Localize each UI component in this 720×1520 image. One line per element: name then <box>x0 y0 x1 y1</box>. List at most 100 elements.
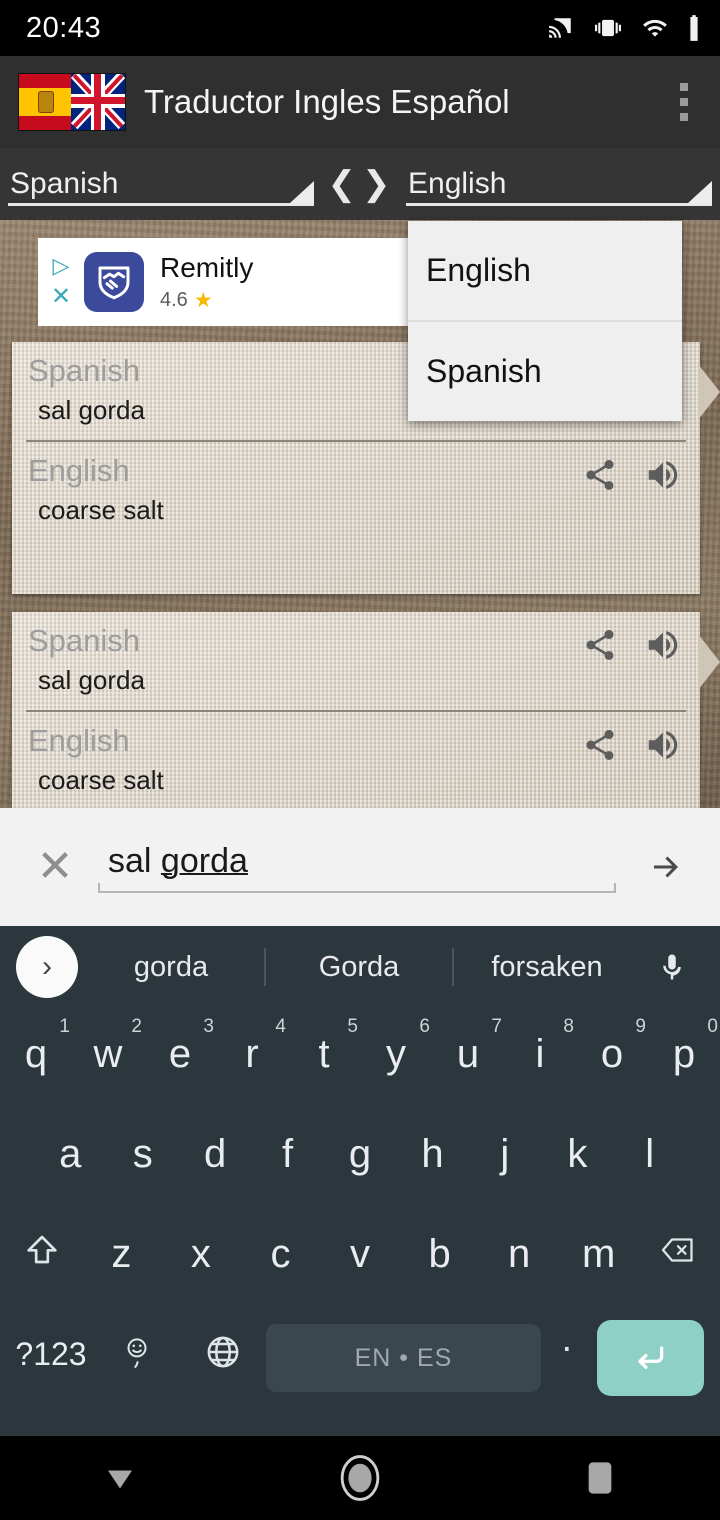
card-target-text: coarse salt <box>38 494 164 525</box>
key-h[interactable]: h <box>396 1108 468 1208</box>
backspace-icon[interactable] <box>638 1208 718 1308</box>
speaker-icon[interactable] <box>644 456 682 494</box>
spacebar-key[interactable]: EN • ES <box>265 1324 541 1392</box>
key-hint: 4 <box>275 1016 286 1037</box>
key-l[interactable]: l <box>614 1108 686 1208</box>
battery-icon <box>686 14 702 42</box>
vibrate-icon <box>592 15 624 41</box>
key-c[interactable]: c <box>241 1208 321 1308</box>
dropdown-option-spanish[interactable]: Spanish <box>408 322 682 421</box>
chevron-right-icon: ❯ <box>362 165 391 203</box>
speaker-icon[interactable] <box>644 726 682 764</box>
card-target-row: English coarse salt <box>12 712 700 808</box>
home-circle-icon[interactable] <box>300 1436 420 1520</box>
adchoices-icon[interactable]: ▷ <box>53 255 70 277</box>
spinner-underline <box>8 203 314 206</box>
back-down-triangle-icon[interactable] <box>60 1436 180 1520</box>
arrow-right-icon[interactable] <box>634 849 698 885</box>
key-q[interactable]: 1q <box>0 1008 72 1108</box>
close-icon[interactable]: ✕ <box>51 285 71 309</box>
chevron-left-icon: ❮ <box>327 165 357 203</box>
chevron-down-icon <box>688 181 712 203</box>
overflow-menu-icon[interactable] <box>662 72 706 132</box>
key-s[interactable]: s <box>106 1108 178 1208</box>
keyboard-row-3: z x c v b n m <box>0 1208 720 1308</box>
key-p[interactable]: 0p <box>648 1008 720 1108</box>
share-icon[interactable] <box>582 727 618 763</box>
suggestion-2[interactable]: Gorda <box>266 951 452 984</box>
key-w[interactable]: 2w <box>72 1008 144 1108</box>
language-globe-icon[interactable] <box>180 1308 266 1408</box>
app-title: Traductor Ingles Español <box>144 83 510 120</box>
target-language-spinner[interactable]: English <box>398 148 718 220</box>
key-r[interactable]: 4r <box>216 1008 288 1108</box>
key-d[interactable]: d <box>179 1108 251 1208</box>
key-j[interactable]: j <box>469 1108 541 1208</box>
key-g[interactable]: g <box>324 1108 396 1208</box>
key-m[interactable]: m <box>559 1208 639 1308</box>
status-bar: 20:43 <box>0 0 720 56</box>
share-icon[interactable] <box>582 627 618 663</box>
search-text-misspelled: gorda <box>160 841 248 880</box>
card-target-row: English coarse salt <box>12 442 700 540</box>
recents-square-icon[interactable] <box>540 1436 660 1520</box>
app-bar: Traductor Ingles Español <box>0 56 720 148</box>
dropdown-option-english[interactable]: English <box>408 221 682 320</box>
translation-card[interactable]: Spanish sal gorda English coarse salt <box>12 612 720 808</box>
swap-languages-button[interactable]: ❮ ❯ <box>320 164 398 204</box>
emoji-comma-icon[interactable] <box>94 1308 180 1408</box>
enter-icon[interactable] <box>596 1320 705 1396</box>
key-e[interactable]: 3e <box>144 1008 216 1108</box>
expand-suggestions-button[interactable]: › <box>16 936 78 998</box>
key-z[interactable]: z <box>82 1208 162 1308</box>
key-v[interactable]: v <box>320 1208 400 1308</box>
search-input[interactable]: sal gorda <box>98 842 616 893</box>
period-key[interactable]: . <box>541 1308 593 1408</box>
key-o[interactable]: 9o <box>576 1008 648 1108</box>
status-icon-tray <box>546 14 702 42</box>
key-label: r <box>245 1032 259 1076</box>
key-y[interactable]: 6y <box>360 1008 432 1108</box>
key-k[interactable]: k <box>541 1108 613 1208</box>
key-a[interactable]: a <box>34 1108 106 1208</box>
star-icon: ★ <box>193 288 213 312</box>
key-n[interactable]: n <box>479 1208 559 1308</box>
key-u[interactable]: 7u <box>432 1008 504 1108</box>
ad-title: Remitly <box>160 251 254 283</box>
search-input-value: sal gorda <box>98 842 616 891</box>
card-source-row: Spanish sal gorda <box>12 612 700 710</box>
suggestion-1[interactable]: gorda <box>78 951 264 984</box>
suggestion-strip: › gorda Gorda forsaken <box>0 926 720 1008</box>
clear-input-button[interactable]: ✕ <box>22 845 88 889</box>
key-b[interactable]: b <box>400 1208 480 1308</box>
language-dropdown-menu[interactable]: English Spanish <box>408 221 682 421</box>
key-t[interactable]: 5t <box>288 1008 360 1108</box>
source-language-label: Spanish <box>10 167 119 200</box>
ad-banner[interactable]: ▷ ✕ Remitly 4.6 ★ <box>38 238 414 326</box>
key-hint: 7 <box>491 1016 502 1037</box>
key-label: y <box>386 1032 406 1076</box>
shift-icon[interactable] <box>2 1208 82 1308</box>
speaker-icon[interactable] <box>644 626 682 664</box>
soft-keyboard: › gorda Gorda forsaken 1q 2w 3e 4r 5t 6y… <box>0 926 720 1436</box>
key-x[interactable]: x <box>161 1208 241 1308</box>
wifi-icon <box>640 15 670 41</box>
spinner-underline <box>406 203 712 206</box>
source-language-spinner[interactable]: Spanish <box>0 148 320 220</box>
key-label: q <box>24 1032 48 1076</box>
card-source-text: sal gorda <box>38 664 145 695</box>
phone-screen: 20:43 Traductor Ingles Español Spanish ❮… <box>0 0 720 1520</box>
key-hint: 2 <box>131 1016 142 1037</box>
microphone-icon[interactable] <box>640 947 704 987</box>
card-source-actions <box>582 626 682 664</box>
key-i[interactable]: 8i <box>504 1008 576 1108</box>
symbols-key[interactable]: ?123 <box>8 1308 94 1408</box>
share-icon[interactable] <box>582 457 618 493</box>
key-hint: 0 <box>707 1016 718 1037</box>
card-target-actions <box>582 726 682 764</box>
key-f[interactable]: f <box>251 1108 323 1208</box>
key-hint: 1 <box>59 1016 70 1037</box>
suggestion-3[interactable]: forsaken <box>454 951 640 984</box>
key-hint: 5 <box>347 1016 358 1037</box>
ad-controls: ▷ ✕ <box>38 238 84 326</box>
